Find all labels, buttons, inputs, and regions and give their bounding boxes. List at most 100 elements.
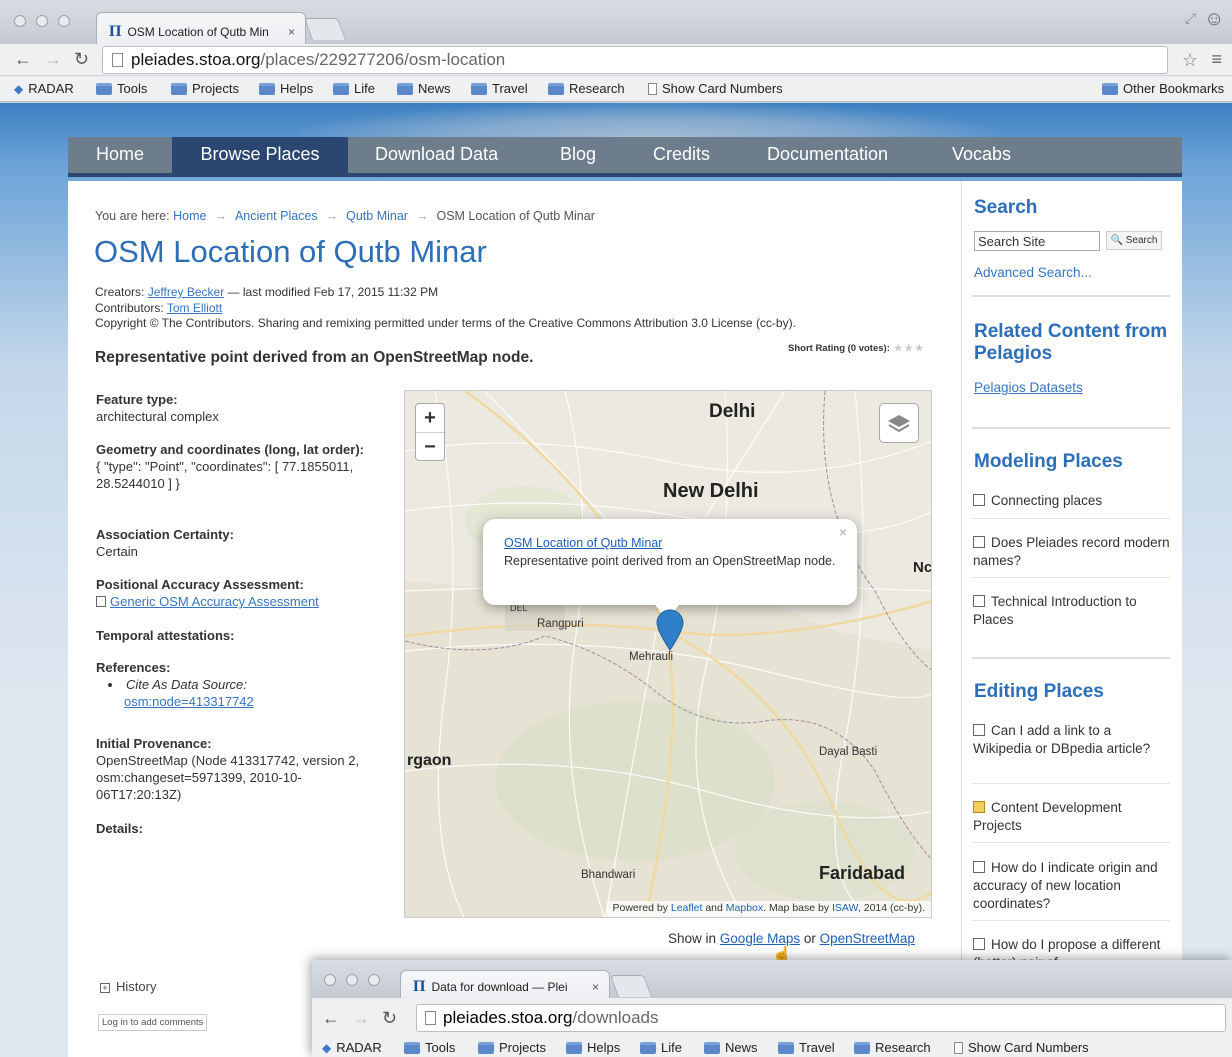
- history-toggle[interactable]: + History: [100, 979, 156, 994]
- forward-icon[interactable]: →: [352, 1008, 370, 1029]
- mapbox-link[interactable]: Mapbox: [726, 902, 763, 914]
- radar-icon: ◆: [322, 1040, 332, 1055]
- fullscreen-icon[interactable]: ⤢: [1185, 10, 1196, 27]
- zoom-out-button[interactable]: −: [416, 432, 444, 460]
- bookmark-news[interactable]: News: [704, 1040, 758, 1055]
- bookmark-other[interactable]: Other Bookmarks: [1102, 81, 1224, 96]
- nav-vocabs[interactable]: Vocabs: [952, 137, 1011, 173]
- copyright-notice: Copyright © The Contributors. Sharing an…: [95, 316, 796, 330]
- creator-link[interactable]: Jeffrey Becker: [148, 285, 224, 299]
- new-tab-button[interactable]: [303, 18, 347, 40]
- bookmark-helps[interactable]: Helps: [259, 81, 313, 96]
- isaw-link[interactable]: ISAW: [832, 902, 858, 914]
- browser-tab[interactable]: Π Data for download — Plei ×: [400, 970, 610, 998]
- bookmark-tools[interactable]: Tools: [404, 1040, 455, 1055]
- bookmark-show-card-numbers[interactable]: Show Card Numbers: [954, 1040, 1089, 1055]
- accuracy-assessment-link[interactable]: Generic OSM Accuracy Assessment: [110, 594, 319, 609]
- bookmark-travel[interactable]: Travel: [471, 81, 528, 96]
- layers-icon[interactable]: [879, 403, 919, 443]
- breadcrumb-home[interactable]: Home: [173, 209, 206, 223]
- address-bar[interactable]: pleiades.stoa.org/downloads: [416, 1004, 1226, 1032]
- bookmark-projects[interactable]: Projects: [171, 81, 239, 96]
- second-browser-window: Π Data for download — Plei × ← → ↻ pleia…: [312, 960, 1232, 1057]
- tab-close-icon[interactable]: ×: [592, 980, 599, 994]
- folder-icon: [96, 82, 112, 95]
- bookmark-research[interactable]: Research: [854, 1040, 931, 1055]
- popup-link[interactable]: OSM Location of Qutb Minar: [504, 536, 662, 550]
- sidebar-item-wikipedia-link[interactable]: Can I add a link to a Wikipedia or DBped…: [973, 722, 1173, 758]
- browser-tab[interactable]: Π OSM Location of Qutb Min ×: [96, 12, 306, 44]
- nav-browse-places[interactable]: Browse Places: [172, 137, 348, 173]
- sidebar-item-modern-names[interactable]: Does Pleiades record modern names?: [973, 534, 1173, 570]
- bookmark-radar[interactable]: ◆ RADAR: [14, 81, 74, 96]
- search-input[interactable]: [974, 231, 1100, 251]
- divider: [972, 920, 1170, 921]
- sidebar-item-origin-accuracy[interactable]: How do I indicate origin and accuracy of…: [973, 859, 1173, 913]
- pelagios-datasets-link[interactable]: Pelagios Datasets: [974, 380, 1083, 395]
- forward-icon[interactable]: →: [44, 49, 62, 70]
- map-label: Faridabad: [819, 863, 906, 883]
- folder-icon: [778, 1041, 794, 1054]
- close-window-button[interactable]: [324, 974, 336, 986]
- bookmark-radar[interactable]: ◆ RADAR: [322, 1040, 382, 1055]
- contributor-link[interactable]: Tom Elliott: [167, 301, 222, 315]
- map-label: Nc: [913, 559, 932, 576]
- page-icon: [96, 596, 106, 607]
- zoom-window-button[interactable]: [368, 974, 380, 986]
- advanced-search-link[interactable]: Advanced Search...: [974, 265, 1092, 280]
- openstreetmap-link[interactable]: OpenStreetMap: [820, 931, 915, 946]
- folder-icon: [704, 1041, 720, 1054]
- nav-home[interactable]: Home: [68, 137, 172, 173]
- breadcrumb-qutb-minar[interactable]: Qutb Minar: [346, 209, 408, 223]
- user-profile-icon[interactable]: ☺: [1204, 8, 1226, 34]
- reload-icon[interactable]: ↻: [74, 49, 89, 70]
- back-icon[interactable]: ←: [322, 1008, 340, 1029]
- back-icon[interactable]: ←: [14, 49, 32, 70]
- short-rating[interactable]: Short Rating (0 votes): ★★★: [788, 343, 925, 354]
- zoom-window-button[interactable]: [58, 15, 70, 27]
- bookmark-news[interactable]: News: [397, 81, 451, 96]
- bookmark-travel[interactable]: Travel: [778, 1040, 835, 1055]
- search-heading: Search: [974, 197, 1038, 218]
- menu-icon[interactable]: ≡: [1211, 49, 1222, 70]
- bookmark-tools[interactable]: Tools: [96, 81, 147, 96]
- minimize-window-button[interactable]: [346, 974, 358, 986]
- bookmark-life[interactable]: Life: [640, 1040, 682, 1055]
- popup-close-icon[interactable]: ×: [839, 523, 847, 541]
- location-map[interactable]: Delhi New Delhi Nc DEL Rangpuri Mehrauli…: [404, 390, 932, 918]
- tab-close-icon[interactable]: ×: [288, 25, 295, 39]
- sidebar-item-content-development[interactable]: Content Development Projects: [973, 799, 1173, 835]
- page-icon: [954, 1041, 963, 1054]
- nav-credits[interactable]: Credits: [653, 137, 710, 173]
- map-marker-icon[interactable]: [655, 609, 685, 651]
- rating-stars-icon[interactable]: ★★★: [894, 343, 926, 354]
- bookmark-life[interactable]: Life: [333, 81, 375, 96]
- zoom-in-button[interactable]: +: [416, 404, 444, 432]
- leaflet-link[interactable]: Leaflet: [671, 902, 703, 914]
- log-in-comment-button[interactable]: Log in to add comments: [98, 1014, 208, 1031]
- radar-icon: ◆: [14, 81, 24, 96]
- nav-blog[interactable]: Blog: [560, 137, 596, 173]
- divider: [972, 427, 1170, 429]
- nav-documentation[interactable]: Documentation: [767, 137, 888, 173]
- close-window-button[interactable]: [14, 15, 26, 27]
- search-button[interactable]: 🔍 Search: [1106, 231, 1162, 250]
- new-tab-button[interactable]: [609, 975, 653, 997]
- sidebar-item-technical-intro[interactable]: Technical Introduction to Places: [973, 593, 1173, 629]
- bookmark-research[interactable]: Research: [548, 81, 625, 96]
- sidebar-item-connecting-places[interactable]: Connecting places: [973, 492, 1173, 510]
- bookmark-helps[interactable]: Helps: [566, 1040, 620, 1055]
- popup-text: Representative point derived from an Ope…: [504, 554, 836, 568]
- nav-download-data[interactable]: Download Data: [375, 137, 498, 173]
- bookmark-show-card-numbers[interactable]: Show Card Numbers: [648, 81, 783, 96]
- map-label: rgaon: [407, 752, 452, 769]
- document-icon: [973, 938, 985, 950]
- bookmark-projects[interactable]: Projects: [478, 1040, 546, 1055]
- breadcrumb-ancient-places[interactable]: Ancient Places: [235, 209, 318, 223]
- bookmark-star-icon[interactable]: ☆: [1182, 50, 1198, 71]
- reload-icon[interactable]: ↻: [382, 1008, 397, 1029]
- reference-link[interactable]: osm:node=413317742: [124, 694, 254, 709]
- google-maps-link[interactable]: Google Maps: [720, 931, 800, 946]
- address-bar[interactable]: pleiades.stoa.org/places/229277206/osm-l…: [102, 46, 1168, 74]
- minimize-window-button[interactable]: [36, 15, 48, 27]
